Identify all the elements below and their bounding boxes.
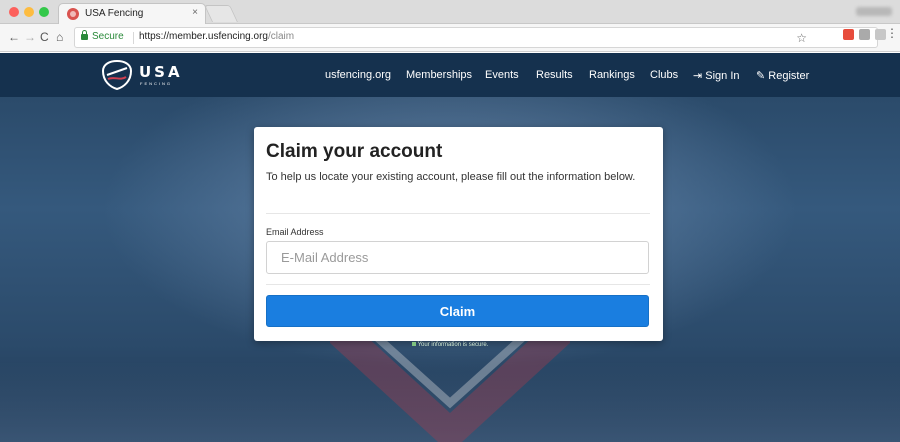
browser-tab-strip: USA Fencing × (0, 0, 900, 24)
claim-button[interactable]: Claim (266, 295, 649, 327)
nav-link-rankings[interactable]: Rankings (589, 69, 635, 81)
home-icon[interactable]: ⌂ (56, 30, 63, 44)
email-label: Email Address (266, 227, 324, 237)
email-input[interactable] (266, 241, 649, 274)
site-navbar: USA FENCING usfencing.org Memberships Ev… (0, 53, 900, 97)
secure-label: Secure (92, 31, 124, 42)
secure-note-text: Your information is secure. (417, 342, 489, 348)
page-background: USA FENCING usfencing.org Memberships Ev… (0, 53, 900, 442)
nav-link-events[interactable]: Events (485, 69, 519, 81)
profile-name-blurred[interactable] (856, 7, 892, 16)
usa-fencing-shield-logo-icon[interactable] (100, 59, 134, 91)
url-base: https://member.usfencing.org (139, 31, 268, 42)
forward-arrow-icon[interactable]: → (24, 30, 36, 44)
claim-account-card: Claim your account To help us locate you… (254, 127, 663, 341)
url-path: /claim (267, 31, 295, 42)
browser-tab-usa-fencing[interactable]: USA Fencing × (58, 3, 206, 24)
url-divider (133, 32, 134, 44)
register-label: Register (768, 70, 810, 82)
maximize-window-button[interactable] (39, 7, 49, 17)
lock-icon (81, 30, 88, 40)
usa-fencing-favicon-icon (67, 8, 79, 20)
page-title: Claim your account (266, 141, 443, 162)
divider (266, 213, 650, 214)
logo-subtitle: FENCING (140, 81, 172, 86)
browser-toolbar: ← → C ⌂ Secure https://member.usfencing.… (0, 24, 900, 52)
small-lock-icon (411, 342, 416, 346)
nav-link-clubs[interactable]: Clubs (650, 69, 678, 81)
logo-wordmark: USA (139, 63, 183, 81)
card-description: To help us locate your existing account,… (266, 171, 636, 183)
register-icon: ✎ (756, 70, 766, 82)
new-tab-button[interactable] (204, 5, 238, 22)
address-bar[interactable]: Secure https://member.usfencing.org/clai… (74, 27, 878, 48)
tab-close-icon[interactable]: × (192, 7, 198, 18)
tab-title: USA Fencing (85, 8, 144, 19)
close-window-button[interactable] (9, 7, 19, 17)
extension-gray-icon[interactable] (859, 29, 870, 40)
extension-light-icon[interactable] (875, 29, 886, 40)
back-arrow-icon[interactable]: ← (8, 30, 20, 44)
secure-note: Your information is secure. (0, 342, 900, 348)
divider (266, 284, 650, 285)
sign-in-icon: ⇥ (693, 70, 703, 82)
bookmark-star-icon[interactable]: ☆ (796, 31, 807, 45)
reload-icon[interactable]: C (40, 30, 49, 44)
nav-link-memberships[interactable]: Memberships (406, 69, 472, 81)
sign-in-label: Sign In (705, 70, 740, 82)
minimize-window-button[interactable] (24, 7, 34, 17)
extension-red-icon[interactable] (843, 29, 854, 40)
nav-link-sign-in[interactable]: ⇥ Sign In (693, 69, 740, 82)
url-text[interactable]: https://member.usfencing.org/claim (139, 31, 294, 42)
nav-link-register[interactable]: ✎ Register (756, 69, 809, 82)
nav-link-usfencing-org[interactable]: usfencing.org (325, 69, 391, 81)
browser-menu-icon[interactable]: ⋮ (886, 26, 898, 40)
nav-link-results[interactable]: Results (536, 69, 573, 81)
